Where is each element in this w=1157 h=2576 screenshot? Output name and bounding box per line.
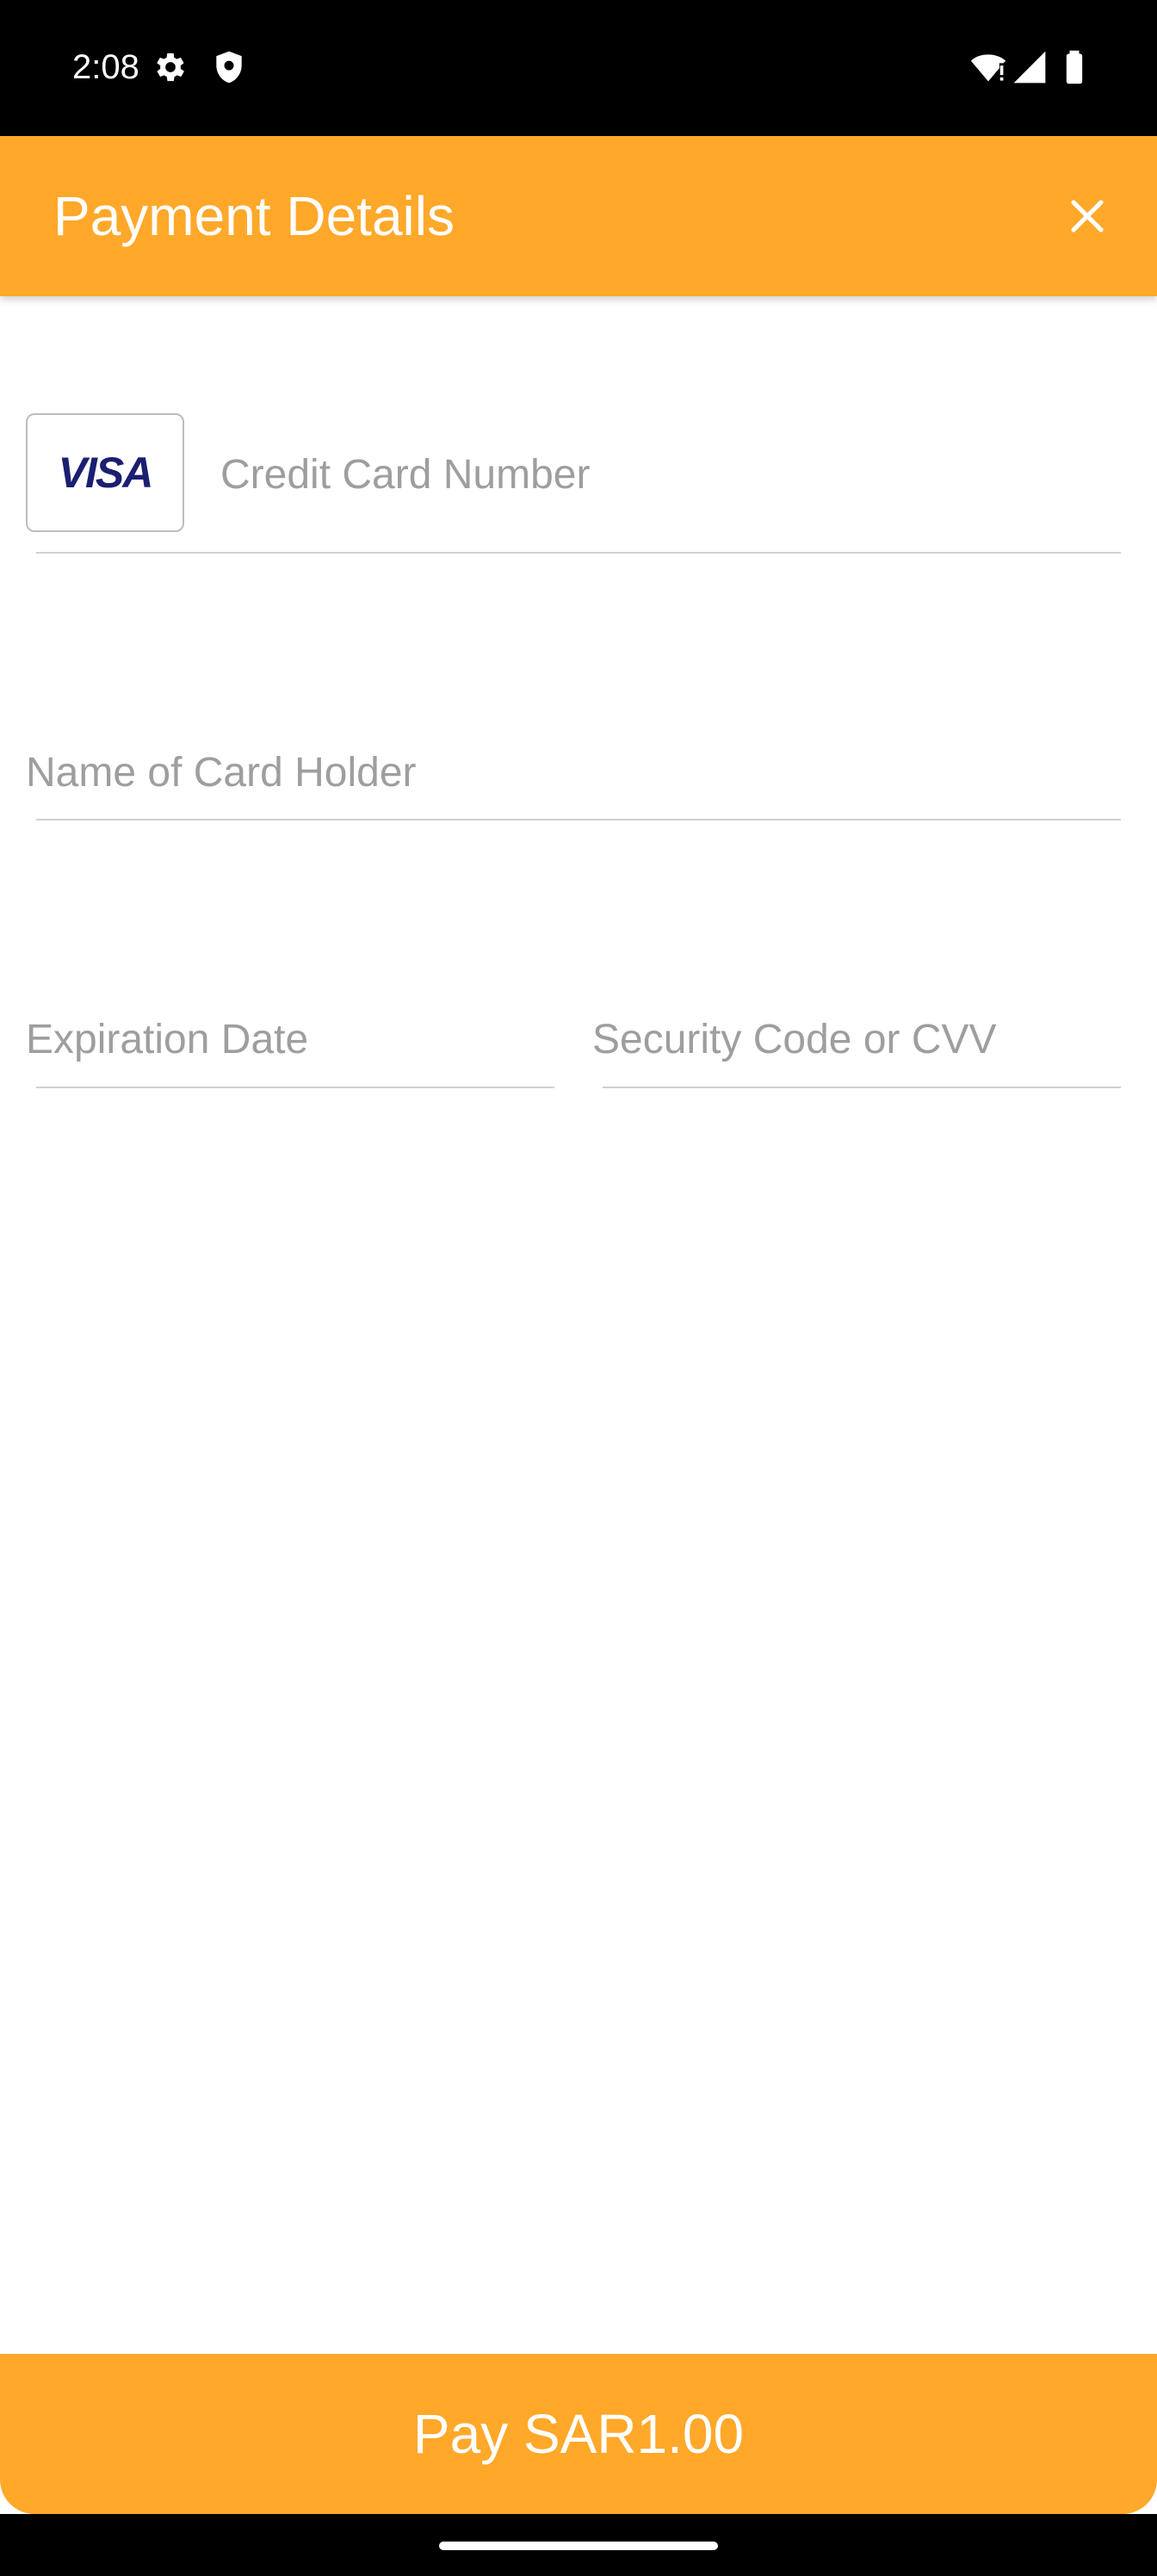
- payment-screen: 2:08 Payment Details VISA Credit Card Nu…: [0, 0, 1157, 2576]
- home-handle[interactable]: [439, 2542, 718, 2550]
- pay-button[interactable]: Pay SAR1.00: [0, 2354, 1157, 2514]
- card-number-input[interactable]: [220, 441, 1121, 510]
- cvv-underline: [603, 1087, 1121, 1088]
- cvv-field: [592, 1006, 1121, 1074]
- signal-icon: [1011, 48, 1049, 86]
- close-icon: [1071, 200, 1104, 232]
- battery-icon: [1055, 48, 1093, 86]
- card-holder-field: [26, 739, 1121, 808]
- card-brand-badge: VISA: [26, 413, 184, 532]
- page-title: Payment Details: [53, 185, 455, 247]
- expiration-input[interactable]: [26, 1006, 554, 1074]
- status-time: 2:08: [72, 48, 139, 86]
- card-holder-input[interactable]: [26, 739, 1121, 808]
- visa-logo: VISA: [58, 449, 154, 497]
- app-bar: Payment Details: [0, 136, 1157, 296]
- cvv-input[interactable]: [592, 1006, 1121, 1074]
- card-number-field: [220, 441, 1121, 510]
- card-holder-underline: [36, 819, 1121, 820]
- expiration-underline: [36, 1087, 554, 1088]
- settings-icon: [152, 48, 189, 86]
- status-bar: 2:08: [0, 0, 1157, 136]
- shield-icon: [210, 48, 248, 86]
- expiration-field: [26, 1006, 554, 1074]
- wifi-icon: [969, 48, 1007, 86]
- card-number-underline: [36, 552, 1121, 554]
- close-button[interactable]: [1047, 188, 1128, 245]
